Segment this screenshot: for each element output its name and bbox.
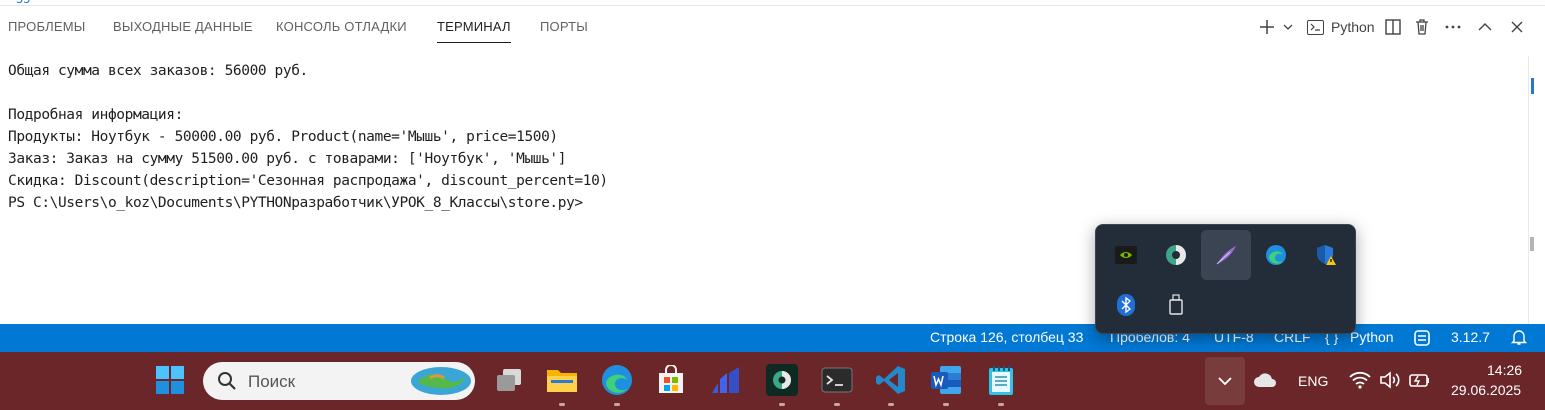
running-indicator [998,403,1004,406]
scroll-position-marker [1531,78,1534,94]
task-view-icon[interactable] [492,363,526,397]
running-indicator [888,403,894,406]
nvidia-icon[interactable] [1101,230,1151,280]
edge-icon[interactable] [600,363,634,397]
chevron-down-icon [1218,377,1232,386]
volume-icon[interactable] [1379,371,1401,393]
search-highlight-icon [411,367,471,395]
python-version[interactable]: 3.12.7 [1451,329,1490,345]
edge-icon[interactable] [1251,230,1301,280]
pycharm-like-icon[interactable] [1151,230,1201,280]
terminal-line: Общая сумма всех заказов: 56000 руб. [8,63,308,79]
terminal-line: Скидка: Discount(description='Сезонная р… [8,173,608,189]
feather-icon[interactable] [1201,230,1251,280]
search-icon [218,372,236,390]
windows-start-icon[interactable] [153,363,187,397]
file-explorer-icon[interactable] [545,363,579,397]
analytics-icon[interactable] [709,363,743,397]
plus-icon[interactable] [1258,14,1276,40]
word-icon[interactable] [929,363,963,397]
python-env-icon[interactable] [1412,328,1432,351]
terminal-prompt: PS C:\Users\o_koz\Documents\PYTHONразраб… [8,195,583,211]
terminal-line: Подробная информация: [8,107,183,123]
cursor-position[interactable]: Строка 126, столбец 33 [930,329,1083,345]
terminal-line: Продукты: Ноутбук - 50000.00 руб. Produc… [8,129,558,145]
terminal-prompt-icon [1307,19,1324,35]
bell-icon[interactable] [1510,328,1528,349]
search-placeholder: Поиск [248,372,296,391]
show-hidden-icons-button[interactable] [1205,357,1245,405]
running-indicator [943,403,949,406]
terminal-profile-button[interactable]: Python [1307,14,1375,40]
pycharm-icon[interactable] [765,363,799,397]
search-box[interactable]: Поиск [203,362,475,400]
microsoft-store-icon[interactable] [654,363,688,397]
terminal-scrollbar[interactable] [1528,56,1545,324]
running-indicator [559,403,565,406]
chevron-down-icon[interactable] [1282,14,1294,40]
language-mode[interactable]: Python [1350,329,1394,345]
onedrive-icon[interactable] [1253,372,1277,392]
split-icon[interactable] [1384,14,1402,40]
terminal-profile-label: Python [1331,19,1375,35]
ellipsis-icon[interactable] [1444,14,1462,40]
notepad-icon[interactable] [984,363,1018,397]
clock-date[interactable]: 29.06.2025 [1451,382,1521,398]
chevron-up-icon[interactable] [1476,14,1494,40]
wifi-icon[interactable] [1349,371,1371,393]
close-icon[interactable] [1508,14,1526,40]
input-language[interactable]: ENG [1298,373,1328,389]
taskbar: Поиск ENG 14:26 29.06.2025 [0,352,1545,410]
trash-icon[interactable] [1413,14,1431,40]
terminal-icon[interactable] [820,363,854,397]
clock-time[interactable]: 14:26 [1487,362,1522,378]
running-indicator [779,403,785,406]
running-indicator [614,403,620,406]
bluetooth-icon[interactable] [1101,280,1151,330]
battery-charging-icon[interactable] [1408,371,1430,393]
terminal-line: Заказ: Заказ на сумму 51500.00 руб. с то… [8,151,567,167]
usb-drive-icon[interactable] [1151,280,1201,330]
vscode-icon[interactable] [874,363,908,397]
defender-warning-icon[interactable] [1301,230,1351,280]
scroll-thumb[interactable] [1530,237,1534,251]
running-indicator [834,403,840,406]
tray-overflow-popup [1095,224,1356,334]
